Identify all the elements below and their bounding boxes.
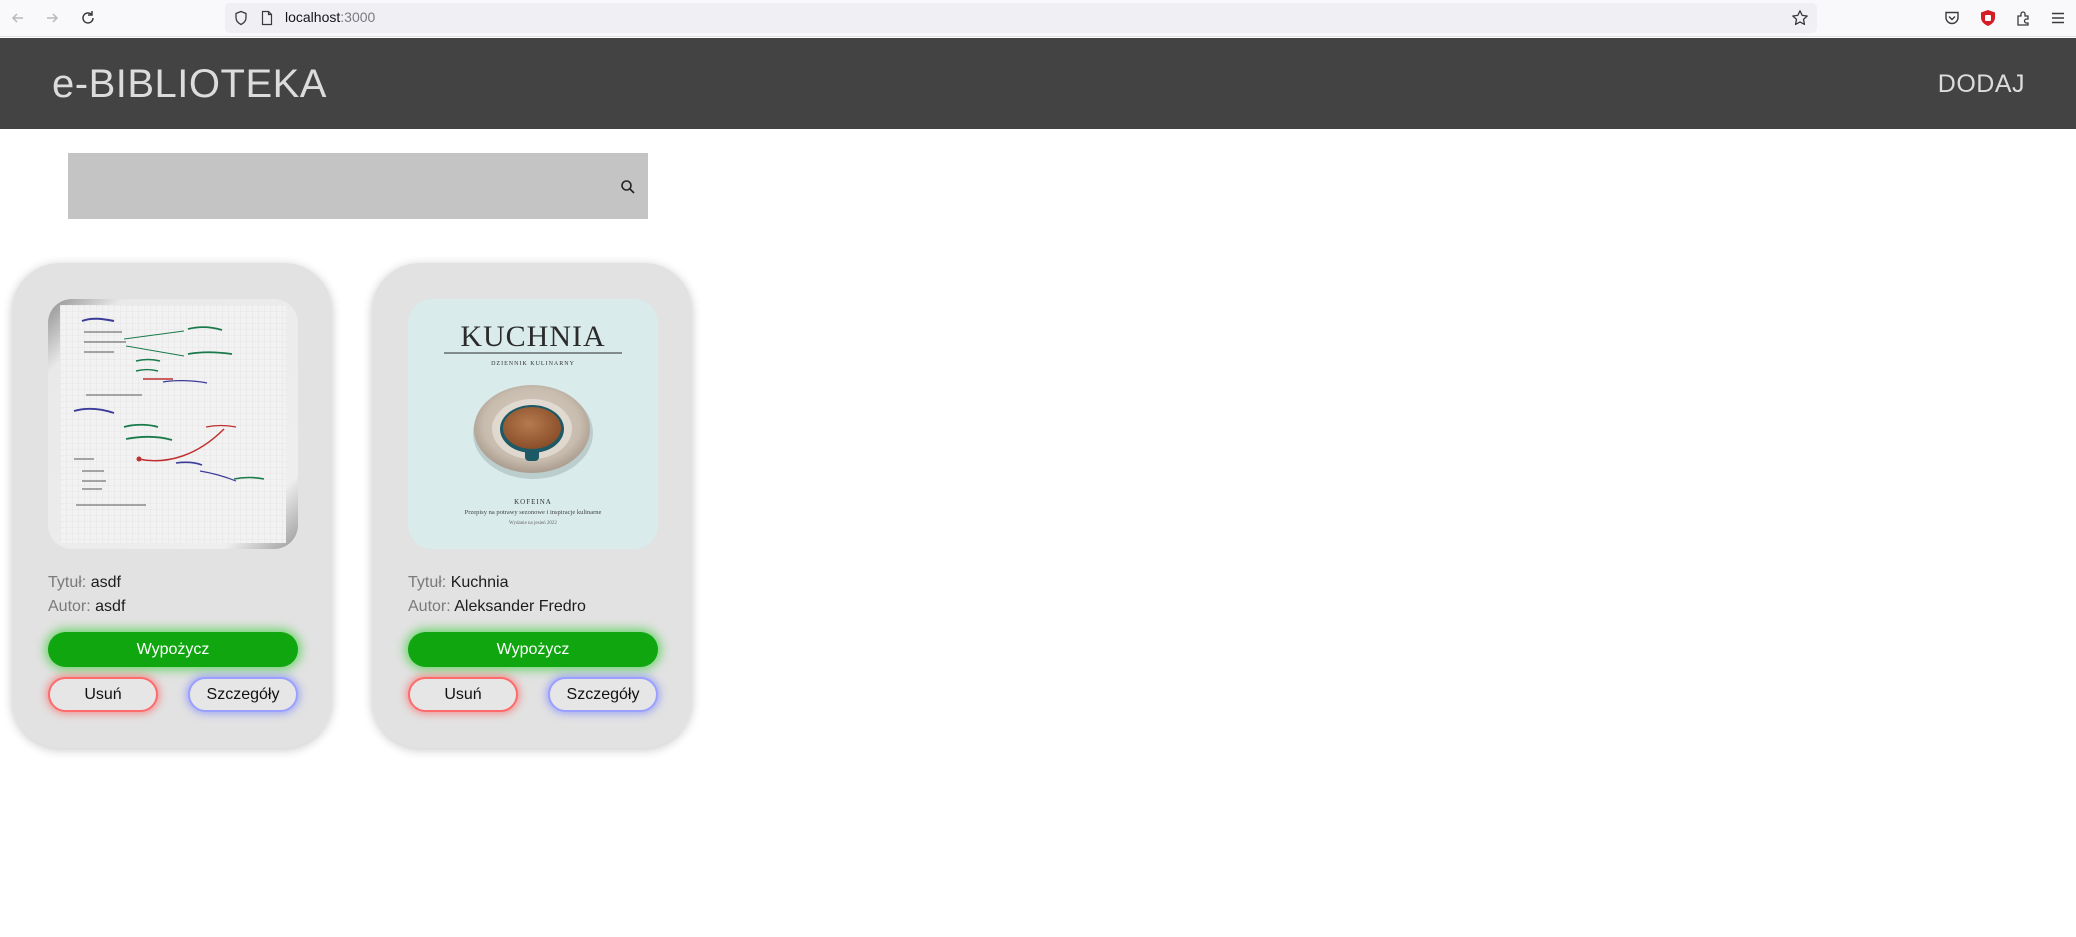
search-bar (68, 153, 648, 219)
book-card: KUCHNIA DZIENNIK KULINARNY KOFEINA Przep… (372, 263, 692, 748)
url-text[interactable]: localhost:3000 (285, 9, 375, 25)
reload-icon[interactable] (76, 6, 100, 30)
book-author: Aleksander Fredro (454, 598, 586, 615)
book-cover-image: KUCHNIA DZIENNIK KULINARNY KOFEINA Przep… (408, 299, 658, 549)
title-label: Tytuł: (48, 574, 87, 591)
url-port: :3000 (340, 9, 376, 25)
book-cover-image (48, 299, 298, 549)
app-header: e-BIBLIOTEKA DODAJ (0, 38, 2076, 129)
book-title: asdf (90, 574, 121, 591)
book-title-row: Tytuł: asdf (48, 571, 125, 595)
author-label: Autor: (408, 598, 451, 615)
remove-button[interactable]: Usuń (48, 677, 158, 712)
add-book-link[interactable]: DODAJ (1938, 70, 2025, 99)
search-input[interactable] (68, 153, 598, 219)
cover-line-1: Przepisy na potrawy sezonowe i inspiracj… (465, 509, 602, 516)
extensions-icon[interactable] (2012, 6, 2036, 30)
page-info-icon[interactable] (259, 10, 275, 26)
book-meta: Tytuł: asdf Autor: asdf (48, 571, 125, 619)
book-author: asdf (95, 598, 126, 615)
menu-icon[interactable] (2046, 6, 2070, 30)
url-host: localhost (285, 9, 341, 25)
brand-title[interactable]: e-BIBLIOTEKA (52, 62, 327, 107)
remove-button[interactable]: Usuń (408, 677, 518, 712)
search-icon[interactable] (620, 179, 636, 195)
book-title-row: Tytuł: Kuchnia (408, 571, 586, 595)
author-label: Autor: (48, 598, 91, 615)
title-label: Tytuł: (408, 574, 447, 591)
details-button[interactable]: Szczegóły (188, 677, 298, 712)
borrow-button[interactable]: Wypożycz (408, 632, 658, 667)
book-author-row: Autor: asdf (48, 595, 125, 619)
cover-line-2: Wydanie na jesień 2022 (509, 521, 557, 526)
book-author-row: Autor: Aleksander Fredro (408, 595, 586, 619)
borrow-button[interactable]: Wypożycz (48, 632, 298, 667)
book-meta: Tytuł: Kuchnia Autor: Aleksander Fredro (408, 571, 586, 619)
bookmark-star-icon[interactable] (1791, 9, 1809, 27)
browser-toolbar: localhost:3000 (0, 0, 2076, 37)
cover-caption: KOFEINA (514, 498, 552, 506)
back-icon[interactable] (6, 6, 30, 30)
address-bar[interactable]: localhost:3000 (225, 3, 1817, 33)
cover-subheading: DZIENNIK KULINARNY (491, 361, 575, 367)
details-button[interactable]: Szczegóły (548, 677, 658, 712)
book-title: Kuchnia (450, 574, 509, 591)
ublock-shield-icon[interactable] (1976, 6, 2000, 30)
cover-heading: KUCHNIA (460, 320, 605, 353)
book-card: Tytuł: asdf Autor: asdf Wypożycz Usuń Sz… (12, 263, 332, 748)
pocket-icon[interactable] (1940, 6, 1964, 30)
forward-icon[interactable] (40, 6, 64, 30)
tracking-shield-icon[interactable] (233, 10, 249, 26)
